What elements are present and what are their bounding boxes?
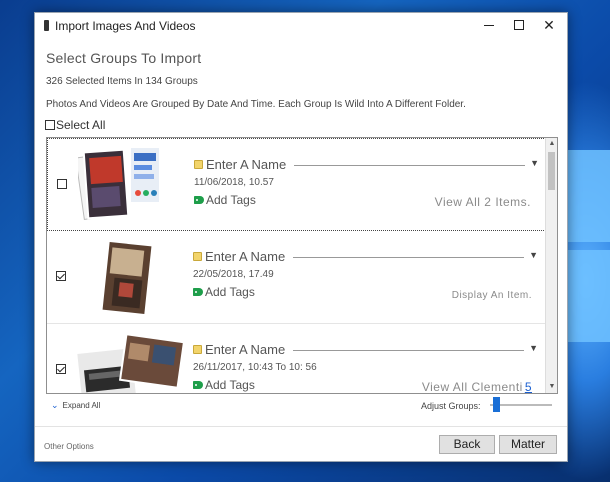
grouping-description: Photos And Videos Are Grouped By Date An… bbox=[46, 99, 466, 110]
window-title: Import Images And Videos bbox=[55, 19, 196, 33]
expand-all[interactable]: ⌄ Expand All bbox=[51, 400, 100, 411]
footer-divider bbox=[35, 426, 567, 427]
back-button[interactable]: Back bbox=[439, 435, 495, 454]
minimize-icon bbox=[484, 24, 494, 26]
close-icon: ✕ bbox=[543, 17, 555, 33]
group-checkbox[interactable] bbox=[56, 271, 66, 281]
group-thumbnail bbox=[77, 239, 187, 317]
group-date: 22/05/2018, 17.49 bbox=[193, 269, 274, 280]
group-thumbnail bbox=[75, 332, 187, 393]
page-heading: Select Groups To Import bbox=[46, 50, 202, 66]
group-name-input[interactable]: Enter A Name bbox=[205, 249, 285, 264]
group-date: 11/06/2018, 10.57 bbox=[194, 177, 274, 188]
next-button[interactable]: Matter bbox=[499, 435, 557, 454]
view-all-label: View All Clementi bbox=[421, 380, 523, 394]
group-item[interactable]: Enter A Name ▼ 26/11/2017, 10:43 To 10: … bbox=[47, 324, 546, 394]
add-tags[interactable]: Add Tags bbox=[193, 378, 255, 392]
group-name-input[interactable]: Enter A Name bbox=[206, 157, 286, 172]
expand-all-label: Expand All bbox=[62, 401, 101, 410]
maximize-icon bbox=[514, 20, 524, 30]
add-tags-label: Add Tags bbox=[205, 285, 255, 299]
group-name-row[interactable]: Enter A Name ▼ bbox=[193, 249, 538, 265]
tag-icon bbox=[194, 196, 204, 204]
add-tags[interactable]: Add Tags bbox=[194, 193, 256, 207]
maximize-button[interactable] bbox=[503, 13, 535, 37]
close-button[interactable]: ✕ bbox=[533, 13, 565, 37]
group-list: Enter A Name ▼ 11/06/2018, 10.57 Add Tag… bbox=[46, 137, 558, 394]
chevron-down-icon[interactable]: ▼ bbox=[529, 250, 538, 260]
view-all-link[interactable]: View All Clementi 5 bbox=[421, 380, 532, 394]
group-date: 26/11/2017, 10:43 To 10: 56 bbox=[193, 362, 317, 373]
folder-icon bbox=[193, 252, 202, 261]
chevron-down-icon[interactable]: ▼ bbox=[530, 158, 539, 168]
add-tags-label: Add Tags bbox=[205, 378, 255, 392]
name-underline bbox=[293, 350, 524, 351]
group-name-input[interactable]: Enter A Name bbox=[205, 342, 285, 357]
minimize-button[interactable] bbox=[473, 13, 505, 37]
app-icon bbox=[44, 20, 49, 31]
view-all-link[interactable]: View All 2 Items. bbox=[435, 195, 531, 209]
import-dialog: Import Images And Videos ✕ Select Groups… bbox=[34, 12, 568, 462]
scroll-up-icon[interactable]: ▲ bbox=[546, 138, 557, 150]
add-tags[interactable]: Add Tags bbox=[193, 285, 255, 299]
folder-icon bbox=[194, 160, 203, 169]
selection-count: 326 Selected Items In 134 Groups bbox=[46, 76, 198, 87]
add-tags-label: Add Tags bbox=[206, 193, 256, 207]
select-all-checkbox[interactable] bbox=[45, 120, 55, 130]
chevron-down-icon: ⌄ bbox=[51, 400, 59, 410]
group-checkbox[interactable] bbox=[56, 364, 66, 374]
other-options-link[interactable]: Other Options bbox=[44, 442, 94, 451]
group-checkbox[interactable] bbox=[57, 179, 67, 189]
title-bar: Import Images And Videos ✕ bbox=[35, 13, 567, 39]
tag-icon bbox=[193, 288, 203, 296]
adjust-groups-label: Adjust Groups: bbox=[421, 401, 481, 411]
chevron-down-icon[interactable]: ▼ bbox=[529, 343, 538, 353]
group-item[interactable]: Enter A Name ▼ 11/06/2018, 10.57 Add Tag… bbox=[47, 138, 546, 231]
display-item-link[interactable]: Display An Item. bbox=[452, 290, 532, 301]
group-name-row[interactable]: Enter A Name ▼ bbox=[194, 157, 539, 173]
item-count-link[interactable]: 5 bbox=[525, 380, 532, 393]
name-underline bbox=[294, 165, 525, 166]
tag-icon bbox=[193, 381, 203, 389]
scrollbar-thumb[interactable] bbox=[548, 152, 555, 190]
group-item[interactable]: Enter A Name ▼ 22/05/2018, 17.49 Add Tag… bbox=[47, 231, 546, 324]
select-all[interactable]: Select All bbox=[45, 118, 105, 132]
group-name-row[interactable]: Enter A Name ▼ bbox=[193, 342, 538, 358]
select-all-label: Select All bbox=[56, 118, 106, 132]
vertical-scrollbar[interactable]: ▲ ▼ bbox=[545, 138, 557, 393]
scroll-down-icon[interactable]: ▼ bbox=[546, 381, 557, 393]
name-underline bbox=[293, 257, 524, 258]
group-thumbnail bbox=[75, 146, 188, 225]
slider-handle[interactable] bbox=[492, 397, 500, 412]
folder-icon bbox=[193, 345, 202, 354]
